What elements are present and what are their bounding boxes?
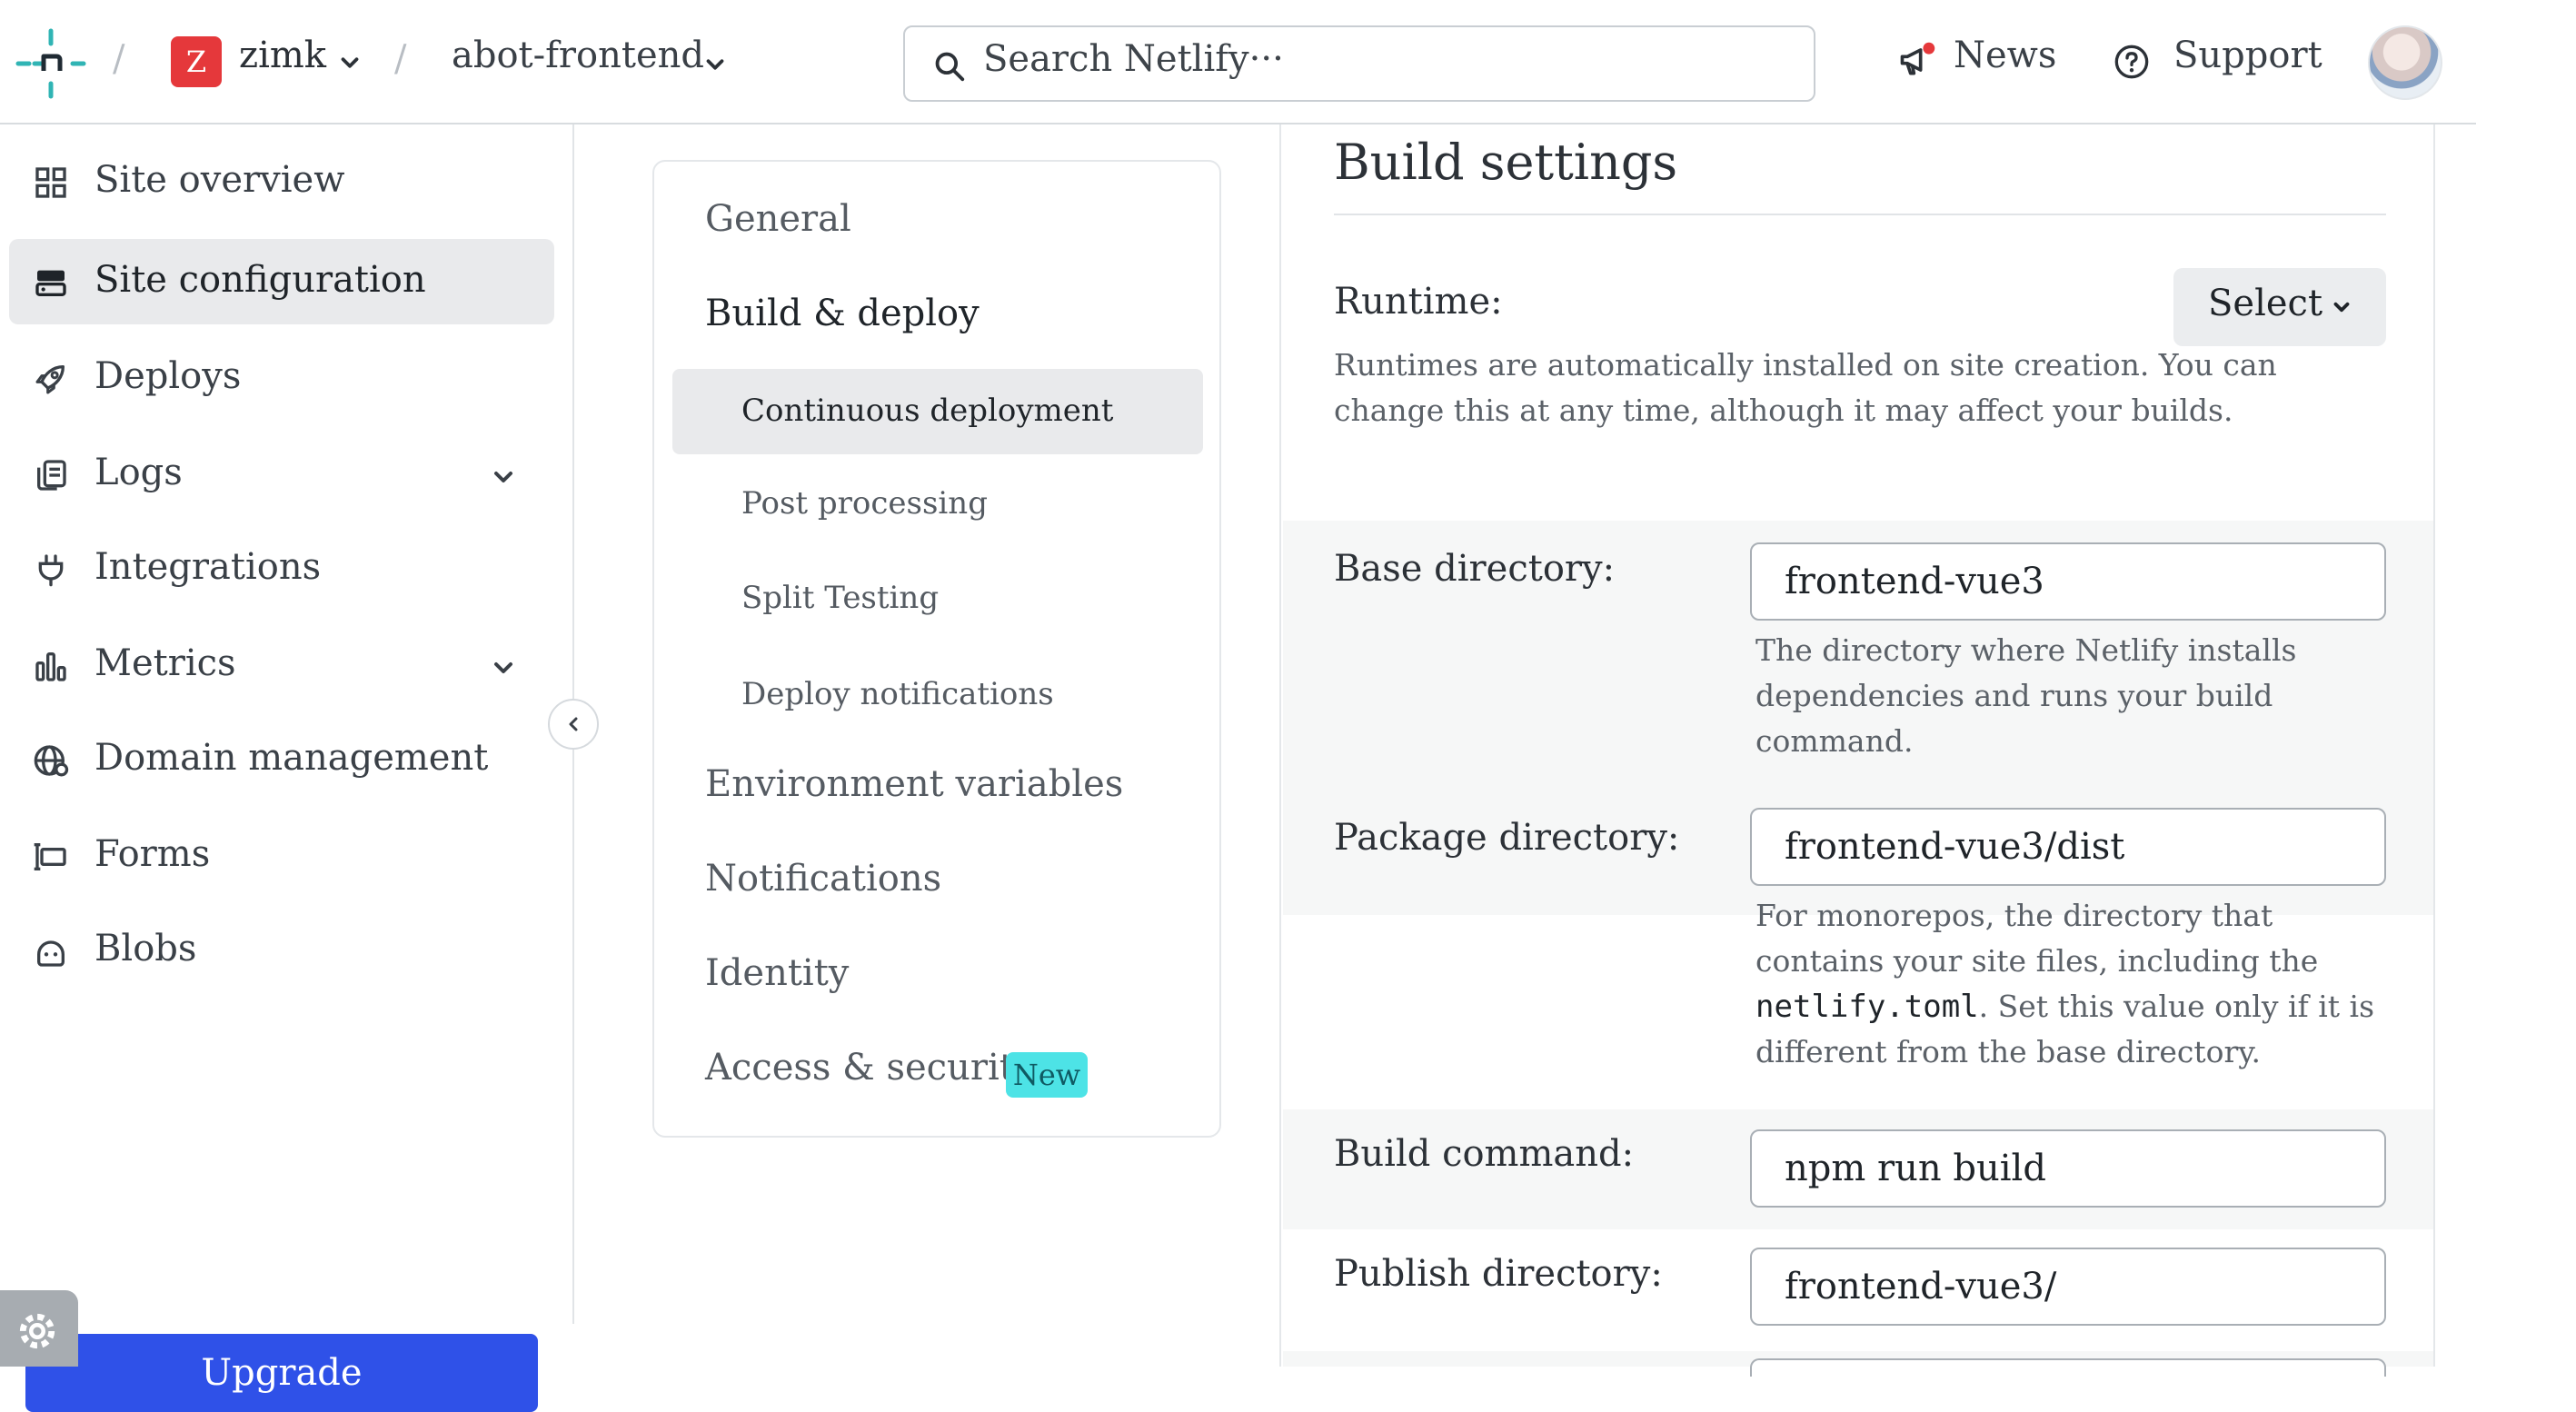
top-bar: / Z zimk / abot-frontend Search Netlify·… bbox=[0, 0, 2476, 124]
subnav-access-security[interactable]: Access & security bbox=[705, 1047, 1034, 1089]
news-link[interactable]: News bbox=[1954, 35, 2056, 76]
breadcrumb-separator: / bbox=[394, 38, 407, 80]
sidebar-item-label: Metrics bbox=[94, 642, 236, 684]
settings-subnav: General Build & deploy Continuous deploy… bbox=[652, 160, 1221, 1138]
sidebar-item-deploys[interactable]: Deploys bbox=[9, 335, 554, 421]
sidebar-item-label: Blobs bbox=[94, 928, 197, 970]
sidebar-item-label: Site overview bbox=[94, 159, 345, 201]
bar-chart-icon bbox=[35, 652, 66, 681]
sidebar-item-integrations[interactable]: Integrations bbox=[9, 526, 554, 612]
sidebar-item-label: Domain management bbox=[94, 737, 489, 779]
package-directory-description: For monorepos, the directory that contai… bbox=[1755, 893, 2392, 1075]
sidebar-item-logs[interactable]: Logs bbox=[9, 432, 554, 517]
publish-directory-label: Publish directory: bbox=[1334, 1253, 1663, 1295]
next-field-input[interactable] bbox=[1750, 1358, 2386, 1377]
build-command-input[interactable] bbox=[1750, 1129, 2386, 1208]
netlify-toml-code: netlify.toml bbox=[1755, 989, 1979, 1025]
sidebar-item-label: Forms bbox=[94, 833, 211, 875]
subnav-continuous-deployment[interactable]: Continuous deployment bbox=[672, 369, 1203, 454]
divider bbox=[1334, 214, 2386, 215]
base-directory-description: The directory where Netlify installs dep… bbox=[1755, 632, 2297, 759]
package-directory-input[interactable] bbox=[1750, 808, 2386, 886]
support-link[interactable]: Support bbox=[2173, 35, 2322, 76]
package-directory-label: Package directory: bbox=[1334, 817, 1680, 859]
page-title: Build settings bbox=[1334, 134, 1678, 191]
package-directory-desc-text: For monorepos, the directory that contai… bbox=[1755, 898, 2319, 979]
search-input[interactable]: Search Netlify··· bbox=[903, 25, 1815, 102]
subnav-split-testing[interactable]: Split Testing bbox=[741, 580, 939, 616]
settings-gear-button[interactable] bbox=[0, 1290, 78, 1367]
rocket-icon bbox=[35, 365, 65, 394]
sidebar-item-site-overview[interactable]: Site overview bbox=[9, 139, 554, 224]
base-directory-input[interactable] bbox=[1750, 542, 2386, 621]
new-badge: New bbox=[1006, 1052, 1088, 1098]
user-avatar[interactable] bbox=[2368, 25, 2442, 100]
logs-icon bbox=[37, 460, 66, 491]
chevron-down-icon bbox=[2333, 302, 2350, 313]
sidebar: Site overview Site configuration Deploys… bbox=[0, 124, 574, 1412]
runtime-label: Runtime: bbox=[1334, 281, 1503, 323]
runtime-select-label: Select bbox=[2208, 283, 2323, 324]
subnav-environment-variables[interactable]: Environment variables bbox=[705, 763, 1123, 805]
subnav-build-deploy[interactable]: Build & deploy bbox=[705, 293, 980, 334]
help-circle-icon[interactable] bbox=[2114, 44, 2150, 80]
megaphone-icon[interactable] bbox=[1897, 40, 1937, 80]
search-icon bbox=[935, 52, 965, 82]
sidebar-item-blobs[interactable]: Blobs bbox=[9, 908, 554, 993]
search-placeholder: Search Netlify··· bbox=[983, 38, 1284, 80]
blob-icon bbox=[37, 940, 65, 967]
sidebar-item-label: Logs bbox=[94, 452, 183, 493]
subnav-notifications[interactable]: Notifications bbox=[705, 858, 941, 900]
publish-directory-input[interactable] bbox=[1750, 1248, 2386, 1326]
grid-icon bbox=[35, 167, 66, 198]
sidebar-item-metrics[interactable]: Metrics bbox=[9, 622, 554, 708]
plug-icon bbox=[38, 554, 64, 587]
chevron-down-icon[interactable] bbox=[336, 49, 363, 76]
subnav-deploy-notifications[interactable]: Deploy notifications bbox=[741, 676, 1054, 712]
sidebar-item-label: Integrations bbox=[94, 546, 322, 588]
sidebar-item-domain-management[interactable]: Domain management bbox=[9, 717, 554, 802]
gear-icon bbox=[19, 1313, 55, 1349]
upgrade-button[interactable]: Upgrade bbox=[25, 1334, 538, 1412]
sidebar-item-forms[interactable]: Forms bbox=[9, 813, 554, 899]
runtime-description: Runtimes are automatically installed on … bbox=[1334, 347, 2277, 428]
subnav-identity[interactable]: Identity bbox=[705, 952, 849, 994]
chevron-left-icon bbox=[569, 717, 578, 731]
netlify-logo-icon[interactable] bbox=[15, 27, 87, 100]
team-avatar[interactable]: Z bbox=[171, 36, 222, 87]
base-directory-label: Base directory: bbox=[1334, 548, 1616, 590]
team-switcher[interactable]: zimk bbox=[239, 35, 326, 76]
sidebar-item-label: Site configuration bbox=[94, 259, 426, 301]
sidebar-item-site-configuration[interactable]: Site configuration bbox=[9, 239, 554, 324]
subnav-general[interactable]: General bbox=[705, 198, 851, 240]
chevron-down-icon[interactable] bbox=[489, 653, 518, 682]
subnav-item-label: Continuous deployment bbox=[741, 393, 1114, 429]
chevron-down-icon[interactable] bbox=[701, 51, 729, 78]
globe-icon bbox=[34, 745, 69, 777]
runtime-select[interactable]: Select bbox=[2173, 268, 2386, 346]
build-command-label: Build command: bbox=[1334, 1133, 1635, 1175]
sidebar-item-label: Deploys bbox=[94, 355, 242, 397]
site-switcher[interactable]: abot-frontend bbox=[452, 35, 704, 76]
breadcrumb-separator: / bbox=[113, 38, 125, 80]
chevron-down-icon[interactable] bbox=[489, 462, 518, 492]
build-settings-panel: Build settings Runtime: Select Runtimes … bbox=[1279, 124, 2435, 1377]
collapse-sidebar-button[interactable] bbox=[548, 699, 599, 750]
subnav-post-processing[interactable]: Post processing bbox=[741, 485, 988, 522]
form-icon bbox=[34, 843, 66, 870]
server-icon bbox=[35, 270, 66, 296]
